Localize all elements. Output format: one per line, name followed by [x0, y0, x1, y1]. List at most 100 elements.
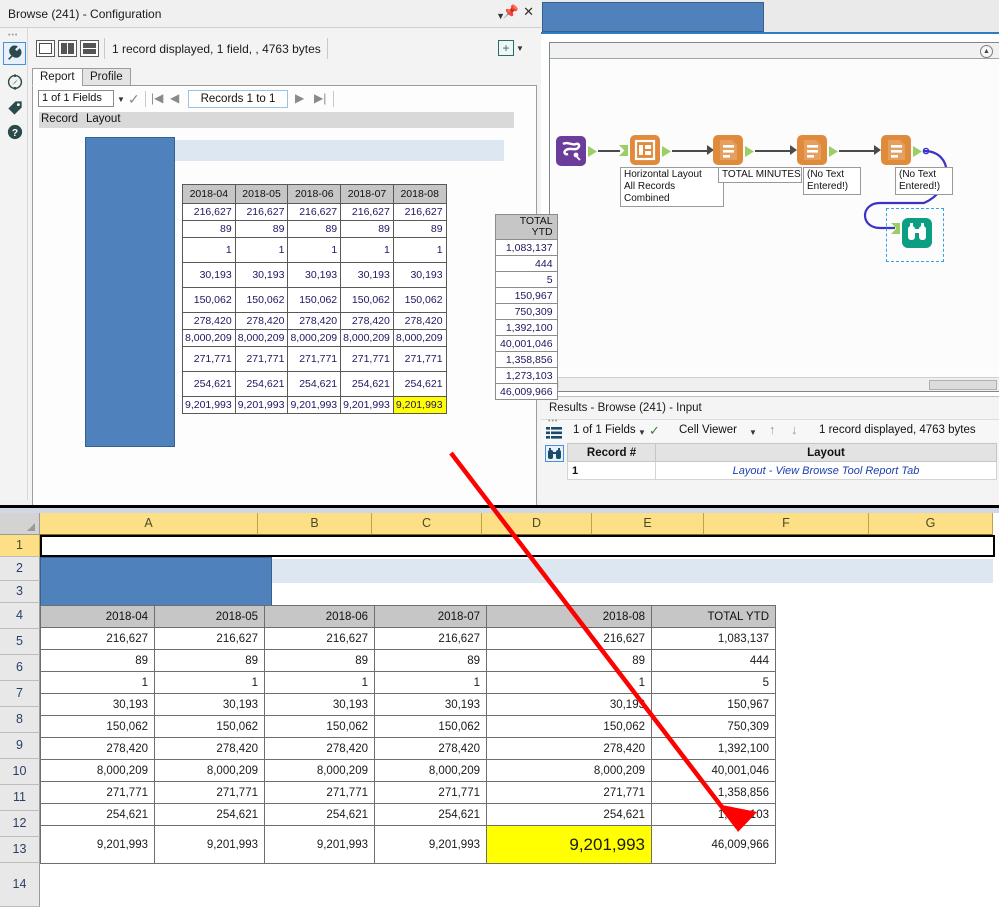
results-grid[interactable]: Record # Layout 1 Layout - View Browse T… — [567, 443, 997, 485]
help-icon[interactable]: ? — [3, 120, 26, 143]
column-header-A[interactable]: A — [40, 513, 258, 535]
column-header-E[interactable]: E — [592, 513, 704, 535]
sheet-cell[interactable]: 278,420 — [264, 737, 375, 760]
tab-profile[interactable]: Profile — [82, 68, 131, 86]
select-all-corner[interactable] — [0, 513, 40, 535]
sheet-cell[interactable]: 216,627 — [264, 627, 375, 650]
sort-down-arrow-icon[interactable]: ↓ — [791, 422, 798, 437]
scrollbar-thumb[interactable] — [929, 380, 997, 390]
results-browse-binoculars-icon[interactable] — [545, 445, 564, 462]
report-preview-content[interactable]: 2018-04 2018-05 2018-06 2018-07 2018-08 216,… — [39, 128, 558, 520]
row-header-7[interactable]: 7 — [0, 681, 40, 707]
tab-report[interactable]: Report — [32, 68, 83, 86]
sheet-cell[interactable]: 89 — [486, 649, 652, 672]
first-record-button[interactable]: |◀ — [151, 92, 163, 104]
sheet-cell[interactable]: 1,392,100 — [651, 737, 776, 760]
sheet-cell[interactable]: 278,420 — [154, 737, 265, 760]
row-header-14[interactable]: 14 — [0, 863, 40, 907]
sheet-cell[interactable]: 271,771 — [486, 781, 652, 804]
sheet-cell[interactable]: 8,000,209 — [154, 759, 265, 782]
results-col-record[interactable]: Record # — [567, 443, 656, 462]
column-header-F[interactable]: F — [704, 513, 869, 535]
sheet-cell[interactable]: 271,771 — [374, 781, 487, 804]
close-icon[interactable]: ✕ — [523, 5, 534, 19]
row-header-2[interactable]: 2 — [0, 557, 40, 581]
sheet-cell[interactable]: 1 — [40, 671, 155, 694]
row-header-4[interactable]: 4 — [0, 603, 40, 629]
sheet-cell[interactable]: 150,062 — [264, 715, 375, 738]
row-header-8[interactable]: 8 — [0, 707, 40, 733]
sheet-cell[interactable]: 8,000,209 — [264, 759, 375, 782]
sheet-cell[interactable]: 278,420 — [40, 737, 155, 760]
chevron-down-icon[interactable]: ▼ — [117, 95, 125, 104]
row-header-13[interactable]: 13 — [0, 837, 40, 863]
sheet-cell[interactable]: 1,083,137 — [651, 627, 776, 650]
sheet-cell[interactable]: 9,201,993 — [40, 825, 155, 864]
sheet-cell[interactable]: 150,062 — [154, 715, 265, 738]
sheet-cell[interactable]: 8,000,209 — [374, 759, 487, 782]
sheet-cell[interactable]: 9,201,993 — [374, 825, 487, 864]
sheet-cell[interactable]: 89 — [264, 649, 375, 672]
sort-up-arrow-icon[interactable]: ↑ — [769, 422, 776, 437]
sheet-cell[interactable]: 254,621 — [154, 803, 265, 826]
collapse-chevron-icon[interactable]: ▲ — [980, 45, 993, 58]
sheet-cell[interactable]: 1 — [154, 671, 265, 694]
pin-icon[interactable]: 📌 — [503, 5, 519, 19]
sheet-cell[interactable]: 30,193 — [486, 693, 652, 716]
workflow-canvas[interactable]: Horizontal Layout All Records Combined T… — [550, 60, 999, 370]
sheet-cell[interactable]: 278,420 — [374, 737, 487, 760]
sheet-cell[interactable]: 5 — [651, 671, 776, 694]
sheet-cell[interactable]: 30,193 — [374, 693, 487, 716]
list-view-icon[interactable] — [546, 426, 562, 440]
check-icon[interactable]: ✓ — [128, 91, 140, 108]
sheet-cell[interactable]: 89 — [374, 649, 487, 672]
row-header-3[interactable]: 3 — [0, 581, 40, 603]
results-cell-record[interactable]: 1 — [567, 461, 656, 480]
sheet-cell[interactable]: 254,621 — [486, 803, 652, 826]
results-fields-selector[interactable]: 1 of 1 Fields — [573, 424, 636, 436]
sheet-cell[interactable]: 46,009,966 — [651, 825, 776, 864]
sheet-cell[interactable]: 216,627 — [374, 627, 487, 650]
results-col-layout[interactable]: Layout — [655, 443, 997, 462]
row-header-5[interactable]: 5 — [0, 629, 40, 655]
column-header-B[interactable]: B — [258, 513, 372, 535]
workflow-node-browse[interactable] — [902, 218, 932, 248]
results-cell-layout[interactable]: Layout - View Browse Tool Report Tab — [655, 461, 997, 480]
chevron-down-icon[interactable]: ▼ — [516, 44, 524, 53]
sheet-cell[interactable]: 271,771 — [264, 781, 375, 804]
configuration-wrench-icon[interactable] — [3, 42, 26, 65]
sheet-cell[interactable]: 89 — [154, 649, 265, 672]
sheet-cell[interactable]: 271,771 — [40, 781, 155, 804]
chevron-down-icon[interactable]: ▼ — [638, 428, 646, 437]
sheet-cell[interactable]: 1 — [374, 671, 487, 694]
sheet-cell[interactable]: 216,627 — [486, 627, 652, 650]
sheet-cell[interactable]: 8,000,209 — [486, 759, 652, 782]
sheet-cell[interactable]: 30,193 — [40, 693, 155, 716]
next-record-button[interactable]: ▶ — [295, 92, 304, 104]
row-header-1[interactable]: 1 — [0, 535, 40, 557]
chevron-down-icon[interactable]: ▼ — [749, 428, 757, 437]
canvas-horizontal-scrollbar[interactable]: ◀ — [550, 377, 999, 391]
sheet-cell[interactable]: 9,201,993 — [154, 825, 265, 864]
sheet-cell[interactable]: 216,627 — [154, 627, 265, 650]
sheet-cell[interactable]: 254,621 — [264, 803, 375, 826]
sheet-cell[interactable]: 30,193 — [264, 693, 375, 716]
results-grid-row[interactable]: 1 Layout - View Browse Tool Report Tab — [567, 461, 997, 480]
view-single-button[interactable] — [36, 40, 55, 57]
row-header-9[interactable]: 9 — [0, 733, 40, 759]
sheet-cell[interactable]: 40,001,046 — [651, 759, 776, 782]
sheet-cell[interactable]: 9,201,993 — [486, 825, 652, 864]
sheet-cell[interactable]: 750,309 — [651, 715, 776, 738]
sheet-cell[interactable]: 278,420 — [486, 737, 652, 760]
check-icon[interactable]: ✓ — [649, 423, 660, 439]
previous-record-button[interactable]: ◀ — [170, 92, 179, 104]
column-header-D[interactable]: D — [482, 513, 592, 535]
sheet-cell[interactable]: 1,358,856 — [651, 781, 776, 804]
cell-viewer-selector[interactable]: Cell Viewer — [679, 424, 737, 436]
sheet-cell[interactable]: 216,627 — [40, 627, 155, 650]
sheet-cell[interactable]: 9,201,993 — [264, 825, 375, 864]
fields-selector[interactable]: 1 of 1 Fields — [38, 90, 114, 107]
sheet-cell[interactable]: 8,000,209 — [40, 759, 155, 782]
view-stacked-button[interactable] — [80, 40, 99, 57]
last-record-button[interactable]: ▶| — [314, 92, 326, 104]
